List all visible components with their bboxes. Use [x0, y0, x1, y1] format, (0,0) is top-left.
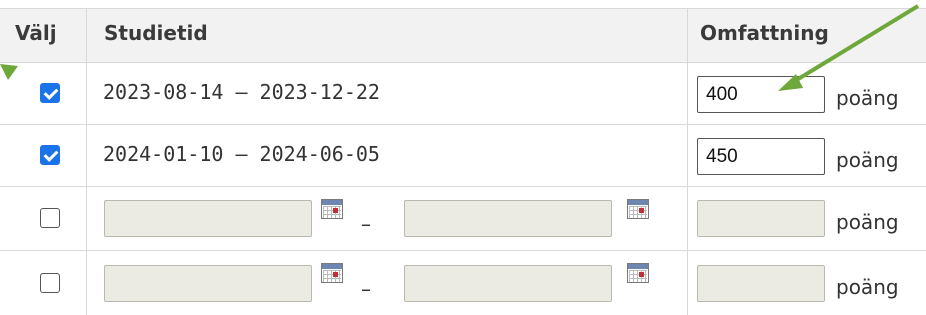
annotation-arrows: [0, 4, 920, 91]
annotation-arrow: [778, 4, 920, 91]
annotation-arrow: [0, 64, 18, 80]
